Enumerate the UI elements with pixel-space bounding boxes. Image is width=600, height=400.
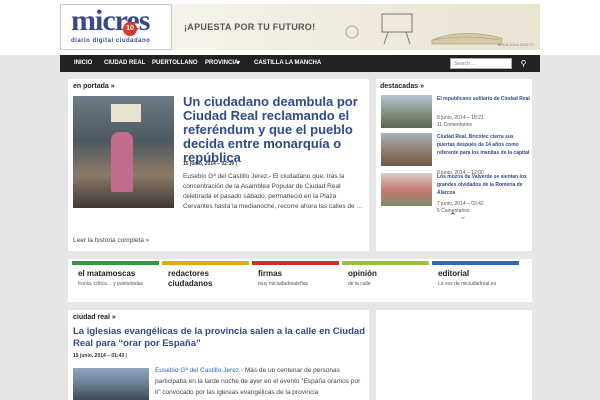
banner-note: BECA 2014-2015 ?? [497, 42, 534, 47]
banner-illustration-icon [345, 13, 503, 45]
category-firmas[interactable]: firmas muy miciudadrealeñas [252, 261, 339, 301]
category-redactores-ciudadanos[interactable]: redactores ciudadanos [162, 261, 249, 301]
destacada-title[interactable]: El republicano solitario de Ciudad Real [437, 95, 531, 103]
read-more-link[interactable]: Leer la historia completa » [73, 237, 149, 244]
protest-sign [111, 104, 141, 122]
portada-excerpt: Eusebio Gª del Castillo Jerez.- El ciuda… [183, 173, 363, 210]
category-opinion[interactable]: opinión de la calle [342, 261, 429, 301]
category-subtitle: muy miciudadrealeñas [258, 281, 309, 287]
categories-strip: el matamoscas Ironía, crítica… y palmeta… [68, 259, 532, 302]
category-title[interactable]: redactores ciudadanos [168, 269, 228, 289]
category-subtitle: La voz de miciudadreal.es [438, 281, 497, 287]
ciudad-real-section-title[interactable]: ciudad real » [73, 314, 116, 321]
destacada-title[interactable]: Los mozos de Valverde se sientan los gra… [437, 173, 531, 197]
ciudad-real-panel: ciudad real » La iglesias evangélicas de… [68, 310, 369, 400]
category-el-matamoscas[interactable]: el matamoscas Ironía, crítica… y palmeta… [72, 261, 159, 301]
category-subtitle: de la calle [348, 281, 371, 287]
nav-item-provincia[interactable]: PROVINCIA [205, 55, 238, 72]
list-item[interactable]: El republicano solitario de Ciudad Real … [381, 95, 531, 132]
nav-item-puertollano[interactable]: PUERTOLLANO [152, 55, 198, 72]
portada-image[interactable] [73, 96, 174, 208]
destacadas-arrows: ⌃ ⌄ [449, 211, 467, 222]
nav-item-castilla-la-mancha[interactable]: CASTILLA LA MANCHA [254, 55, 321, 72]
portada-section-title[interactable]: en portada » [73, 83, 115, 90]
category-title[interactable]: editorial [438, 269, 469, 279]
category-color-bar [342, 261, 429, 265]
logo-badge: 10 [123, 22, 137, 36]
chevron-down-icon[interactable]: ⌄ [459, 211, 467, 221]
chevron-up-icon[interactable]: ⌃ [449, 211, 457, 221]
main-nav: INICIO CIUDAD REAL PUERTOLLANO PROVINCIA… [60, 55, 540, 72]
destacada-date: 7 junio, 2014 – 03:42 [437, 201, 484, 207]
destacada-title[interactable]: Ciudad Real. Bricotec cierra sus puertas… [437, 133, 531, 157]
ciudad-real-headline[interactable]: La iglesias evangélicas de la provincia … [73, 326, 368, 350]
destacada-date: 8 junio, 2014 – 18:21 [437, 115, 484, 121]
portada-date: 15 junio, 2014 – 02:39 | [183, 161, 237, 167]
destacada-thumb[interactable] [381, 95, 432, 128]
destacada-thumb[interactable] [381, 173, 432, 206]
destacadas-section-title[interactable]: destacadas » [380, 83, 424, 90]
site-header: micres 10 diario digital ciudadano ¡APUE… [0, 0, 600, 55]
ciudad-real-date: 15 junio, 2014 – 01:43 | [73, 353, 127, 359]
category-title[interactable]: opinión [348, 269, 377, 279]
nav-item-inicio[interactable]: INICIO [74, 55, 92, 72]
portada-headline[interactable]: Un ciudadano deambula por Ciudad Real re… [183, 95, 365, 165]
search-input[interactable]: Search ... [450, 58, 512, 69]
logo-wordmark: micres [71, 4, 150, 37]
category-color-bar [432, 261, 519, 265]
ciudad-real-image[interactable] [73, 368, 149, 400]
destacada-thumb[interactable] [381, 133, 432, 166]
category-subtitle: Ironía, crítica… y palmetadas [78, 281, 144, 287]
list-item[interactable]: Ciudad Real. Bricotec cierra sus puertas… [381, 133, 531, 176]
category-title[interactable]: firmas [258, 269, 282, 279]
banner-slogan: ¡APUESTA POR TU FUTURO! [184, 22, 316, 32]
ciudad-real-excerpt: Eusebio Gª del Castillo Jerez.- Más de u… [155, 365, 367, 398]
category-color-bar [72, 261, 159, 265]
chevron-down-icon[interactable]: ▾ [237, 55, 240, 72]
site-logo[interactable]: micres 10 diario digital ciudadano [60, 4, 172, 50]
sidebar-widget [376, 310, 532, 400]
search-icon[interactable]: ⚲ [518, 58, 529, 69]
nav-item-ciudad-real[interactable]: CIUDAD REAL [104, 55, 145, 72]
category-color-bar [162, 261, 249, 265]
category-editorial[interactable]: editorial La voz de miciudadreal.es [432, 261, 519, 301]
person-figure [111, 132, 133, 192]
category-title[interactable]: el matamoscas [78, 269, 135, 279]
ad-banner[interactable]: ¡APUESTA POR TU FUTURO! BECA 2014-2015 ?… [172, 4, 540, 50]
portada-panel: en portada » Un ciudadano deambula por C… [68, 79, 369, 251]
category-color-bar [252, 261, 339, 265]
destacadas-panel: destacadas » El republicano solitario de… [376, 79, 532, 251]
author-link[interactable]: Eusebio Gª del Castillo Jerez.- [155, 367, 243, 374]
destacada-comments[interactable]: 11 Comentarios [437, 122, 472, 128]
logo-tagline: diario digital ciudadano [71, 38, 151, 44]
list-item[interactable]: Los mozos de Valverde se sientan los gra… [381, 173, 531, 214]
